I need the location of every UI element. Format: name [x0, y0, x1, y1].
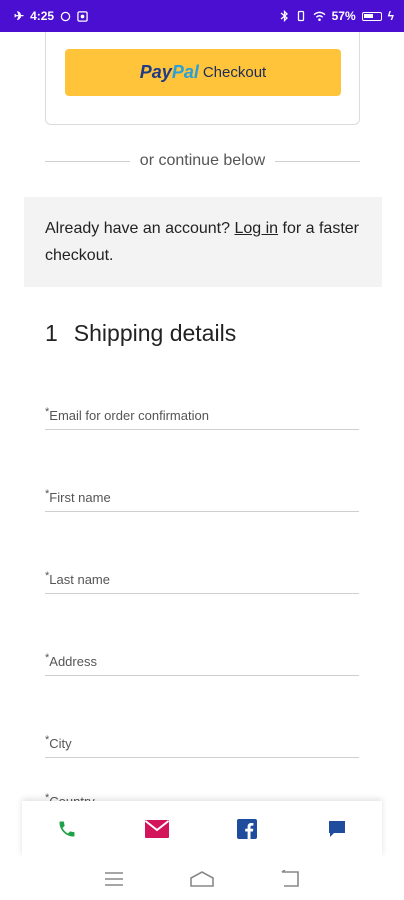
vibrate-icon [297, 10, 304, 22]
menu-icon[interactable] [99, 866, 129, 892]
address-field-label: Address [49, 654, 97, 669]
divider-line-right [275, 160, 361, 162]
section-number: 1 [45, 320, 58, 346]
status-bar: ✈ 4:25 57% ϟ [0, 0, 404, 32]
contact-action-bar [22, 801, 382, 857]
image-icon [77, 10, 88, 22]
divider-text: or continue below [139, 152, 266, 169]
airplane-icon: ✈ [14, 9, 25, 23]
required-mark: * [45, 406, 50, 418]
first-name-field[interactable]: *First name [45, 484, 359, 512]
chat-icon[interactable] [323, 815, 351, 843]
phone-icon[interactable] [53, 815, 81, 843]
facebook-icon[interactable] [233, 815, 261, 843]
status-time: 4:25 [30, 9, 55, 23]
system-nav-bar [0, 857, 404, 900]
battery-percent: 57% [331, 9, 356, 23]
paypal-logo-pal: Pal [171, 62, 199, 82]
paypal-card: PayPal Checkout [45, 32, 360, 125]
city-field-label: City [49, 736, 72, 751]
account-login-prompt: Already have an account? Log in for a fa… [24, 197, 382, 287]
last-name-field[interactable]: *Last name [45, 566, 359, 594]
paypal-logo-pay: Pay [139, 62, 172, 82]
required-mark: * [45, 570, 50, 582]
back-icon[interactable] [275, 866, 305, 892]
divider-line-left [45, 160, 130, 162]
login-link[interactable]: Log in [234, 220, 278, 237]
paypal-checkout-button[interactable]: PayPal Checkout [65, 49, 341, 96]
status-left: ✈ 4:25 [14, 9, 88, 23]
address-field[interactable]: *Address [45, 648, 359, 676]
shipping-section-heading: 1 Shipping details [45, 320, 236, 347]
required-mark: * [45, 652, 50, 664]
required-mark: * [45, 488, 50, 500]
bluetooth-icon [280, 10, 288, 22]
paypal-checkout-label: Checkout [202, 64, 267, 81]
section-title: Shipping details [73, 320, 237, 346]
email-field[interactable]: *Email for order confirmation [45, 402, 359, 430]
whatsapp-icon [60, 11, 71, 21]
country-field[interactable]: *Country [45, 788, 359, 802]
paypal-logo: PayPal [140, 62, 199, 83]
last-name-field-label: Last name [49, 572, 110, 587]
account-prompt-prefix: Already have an account? [45, 220, 235, 237]
home-icon[interactable] [187, 866, 217, 892]
continue-divider: or continue below [45, 150, 361, 172]
email-field-label: Email for order confirmation [49, 408, 209, 423]
required-mark: * [45, 734, 50, 746]
status-right: 57% ϟ [280, 9, 394, 23]
wifi-icon [313, 11, 326, 21]
first-name-field-label: First name [49, 490, 111, 505]
battery-icon [361, 11, 382, 21]
mail-icon[interactable] [143, 815, 171, 843]
charging-icon: ϟ [387, 9, 394, 23]
city-field[interactable]: *City [45, 730, 359, 758]
